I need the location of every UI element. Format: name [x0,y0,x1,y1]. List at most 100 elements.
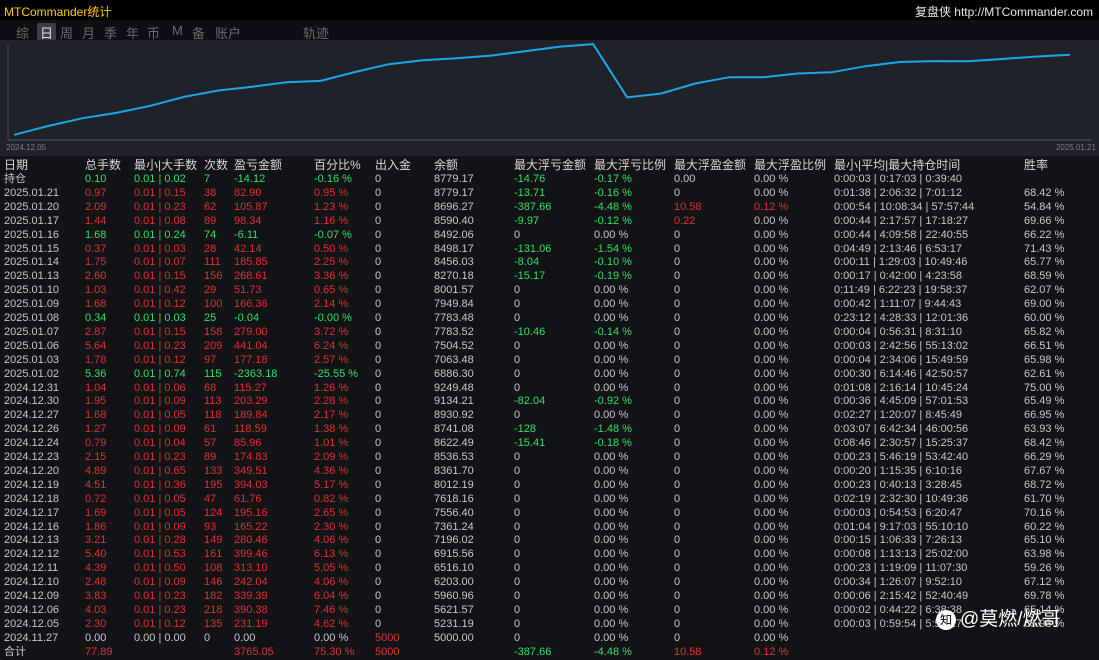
cell-total-lots: 0.34 [85,312,107,324]
header-percent[interactable]: 百分比% [314,158,361,172]
cell-max-float-loss-pct: 0.00 % [594,284,629,297]
cell-count: 113 [204,395,222,408]
cell-max-float-profit-pct: 0.00 % [754,590,789,602]
cell-max-float-loss-pct: 0.00 % [594,520,629,533]
cell-min-max-lots: 0.01 | 0.15 [134,325,186,338]
cell-max-float-loss: -10.46 [514,325,546,338]
cell-win-rate: 69.00 % [1024,298,1065,311]
table-row[interactable]: 2024.12.13 3.21 0.01 | 0.28 149 280.46 4.06 %… [0,533,1099,547]
cell-date: 2024.12.17 [4,506,60,519]
cell-max-float-loss-pct: -0.18 % [594,437,632,450]
table-row[interactable]: 2024.12.26 1.27 0.01 | 0.09 61 118.59 1.38 % 0… [0,422,1099,436]
cell-min-max-lots: 0.01 | 0.08 [134,214,186,227]
table-row[interactable]: 2024.12.24 0.79 0.01 | 0.04 57 85.96 1.01 % 0 8… [0,436,1099,450]
header-hold-time[interactable]: 最小|平均|最大持仓时间 [834,158,960,172]
cell-max-float-profit-pct: 0.00 % [754,367,789,380]
cell-count: 115 [204,367,222,380]
table-row[interactable]: 2024.12.09 3.83 0.01 | 0.23 182 339.39 6.04 %… [0,589,1099,603]
header-count[interactable]: 次数 [204,158,228,172]
cell-pnl: 105.87 [234,200,268,213]
x-start-tick: 2024.12.05 [6,143,47,152]
cell-max-float-profit-pct: 0.00 % [754,631,789,644]
table-row[interactable]: 2025.01.21 0.97 0.01 | 0.15 38 82.90 0.95 % 0 8… [0,186,1099,200]
table-row[interactable]: 2025.01.06 5.64 0.01 | 0.23 209 441.04 6.24 %… [0,339,1099,353]
brand-link[interactable]: 复盘侠 http://MTCommander.com [915,3,1093,20]
table-row[interactable]: 2024.11.27 0.00 0.00 | 0.00 0 0.00 0.00 % 5000… [0,631,1099,645]
cell-deposit: 0 [375,548,382,561]
cell-win-rate: 75.00 % [1024,381,1065,394]
header-min-max-lots[interactable]: 最小|大手数 [134,158,197,172]
cell-max-float-loss: 0 [514,617,521,630]
cell-deposit: 0 [375,464,382,477]
cell-percent: 1.16 % [314,214,349,227]
cell-percent: 0.65 % [314,284,349,297]
table-row[interactable]: 2025.01.08 0.34 0.01 | 0.03 25 -0.04 -0.00 % 0… [0,311,1099,325]
header-max-float-profit-pct[interactable]: 最大浮盈比例 [754,158,826,172]
cell-date: 2025.01.06 [4,339,60,352]
cell-percent: 3.36 % [314,270,349,283]
cell-count: 156 [204,270,223,283]
table-row[interactable]: 2025.01.15 0.37 0.01 | 0.03 28 42.14 0.50 % 0 8… [0,242,1099,256]
header-max-float-profit[interactable]: 最大浮盈金额 [674,158,746,172]
cell-date: 2024.12.27 [4,409,60,422]
table-row[interactable]: 2024.12.17 1.69 0.01 | 0.05 124 195.16 2.65 %… [0,506,1099,520]
cell-date: 2024.12.10 [4,576,60,589]
cell-max-float-profit: 0 [674,325,681,338]
header-date[interactable]: 日期 [4,158,28,172]
cell-percent: 2.25 % [314,256,349,269]
header-balance[interactable]: 余额 [434,158,458,172]
cell-win-rate: 69.66 % [1024,214,1065,227]
total-row[interactable]: 合计 77.89 3765.05 75.30 % 5000 -387.66 -4.48 % 1… [0,645,1099,659]
cell-max-float-profit-pct: 0.00 % [754,423,789,436]
table-row[interactable]: 2025.01.09 1.68 0.01 | 0.12 100 166.36 2.14 %… [0,297,1099,311]
cell-max-float-loss-pct: 0.00 % [594,603,629,616]
table-row[interactable]: 2025.01.13 2.60 0.01 | 0.15 156 268.61 3.36 %… [0,269,1099,283]
cell-max-float-loss-pct: 0.00 % [594,312,629,324]
cell-max-float-loss-pct: 0.00 % [594,409,629,422]
table-row[interactable]: 2024.12.05 2.30 0.01 | 0.12 135 231.19 4.62 %… [0,617,1099,631]
position-row[interactable]: 持仓 0.10 0.01 | 0.02 7 -14.12 -0.16 % 0 8779.17 -… [0,172,1099,186]
table-row[interactable]: 2024.12.23 2.15 0.01 | 0.23 89 174.83 2.09 % 0… [0,450,1099,464]
table-row[interactable]: 2024.12.06 4.03 0.01 | 0.23 218 390.38 7.46 %… [0,603,1099,617]
cell-deposit: 0 [375,200,382,213]
cell-total-lots: 1.86 [85,520,107,533]
table-row[interactable]: 2025.01.02 5.36 0.01 | 0.74 115 -2363.18 -25.… [0,367,1099,381]
table-row[interactable]: 2025.01.14 1.75 0.01 | 0.07 111 185.85 2.25 %… [0,255,1099,269]
table-row[interactable]: 2024.12.30 1.95 0.01 | 0.09 113 203.29 2.28 %… [0,394,1099,408]
table-row[interactable]: 2024.12.27 1.68 0.01 | 0.05 118 189.84 2.17 %… [0,408,1099,422]
header-pnl[interactable]: 盈亏金额 [234,158,282,172]
cell-percent: 2.30 % [314,520,349,533]
table-row[interactable]: 2025.01.17 1.44 0.01 | 0.08 89 98.34 1.16 % 0 8… [0,214,1099,228]
table-row[interactable]: 2025.01.10 1.03 0.01 | 0.42 29 51.73 0.65 % 0 8… [0,283,1099,297]
cell-min-max-lots: 0.01 | 0.23 [134,603,186,616]
cell-win-rate: 67.12 % [1024,576,1065,589]
table-row[interactable]: 2024.12.31 1.04 0.01 | 0.06 68 115.27 1.26 % 0… [0,381,1099,395]
table-row[interactable]: 2024.12.20 4.89 0.01 | 0.65 133 349.51 4.36 %… [0,464,1099,478]
cell-win-rate: 59.26 % [1024,562,1065,575]
header-max-float-loss[interactable]: 最大浮亏金额 [514,158,586,172]
cell-max-float-profit-pct: 0.00 % [754,173,789,185]
cell-count: 47 [204,492,217,505]
table-row[interactable]: 2025.01.16 1.68 0.01 | 0.24 74 -6.11 -0.07 % 0… [0,228,1099,242]
table-row[interactable]: 2024.12.19 4.51 0.01 | 0.36 195 394.03 5.17 %… [0,478,1099,492]
header-deposit[interactable]: 出入金 [375,158,411,172]
tab-7[interactable]: M [172,23,183,38]
header-win-rate[interactable]: 胜率 [1024,158,1048,172]
header-total-lots[interactable]: 总手数 [85,158,121,172]
header-max-float-loss-pct[interactable]: 最大浮亏比例 [594,158,666,172]
table-row[interactable]: 2024.12.11 4.39 0.01 | 0.50 108 313.10 5.05 %… [0,561,1099,575]
cell-max-float-loss: 0 [514,228,521,241]
table-row[interactable]: 2024.12.18 0.72 0.01 | 0.05 47 61.76 0.82 % 0 7… [0,492,1099,506]
table-row[interactable]: 2024.12.10 2.48 0.01 | 0.09 146 242.04 4.06 %… [0,575,1099,589]
watermark-text: @莫燃/燃哥 [960,609,1061,630]
cell-hold-time: 0:00:34 | 1:26:07 | 9:52:10 [834,576,963,589]
cell-max-float-profit-pct: 0.00 % [754,520,789,533]
table-row[interactable]: 2025.01.03 1.78 0.01 | 0.12 97 177.18 2.57 % 0… [0,353,1099,367]
table-row[interactable]: 2025.01.07 2.87 0.01 | 0.15 158 279.00 3.72 %… [0,325,1099,339]
table-row[interactable]: 2025.01.20 2.09 0.01 | 0.23 62 105.87 1.23 % 0… [0,200,1099,214]
table-row[interactable]: 2024.12.12 5.40 0.01 | 0.53 161 399.46 6.13 %… [0,547,1099,561]
cell-deposit: 0 [375,534,382,547]
cell-win-rate: 65.10 % [1024,534,1065,547]
table-row[interactable]: 2024.12.16 1.86 0.01 | 0.09 93 165.22 2.30 % 0… [0,520,1099,534]
cell-win-rate: 63.93 % [1024,423,1065,436]
